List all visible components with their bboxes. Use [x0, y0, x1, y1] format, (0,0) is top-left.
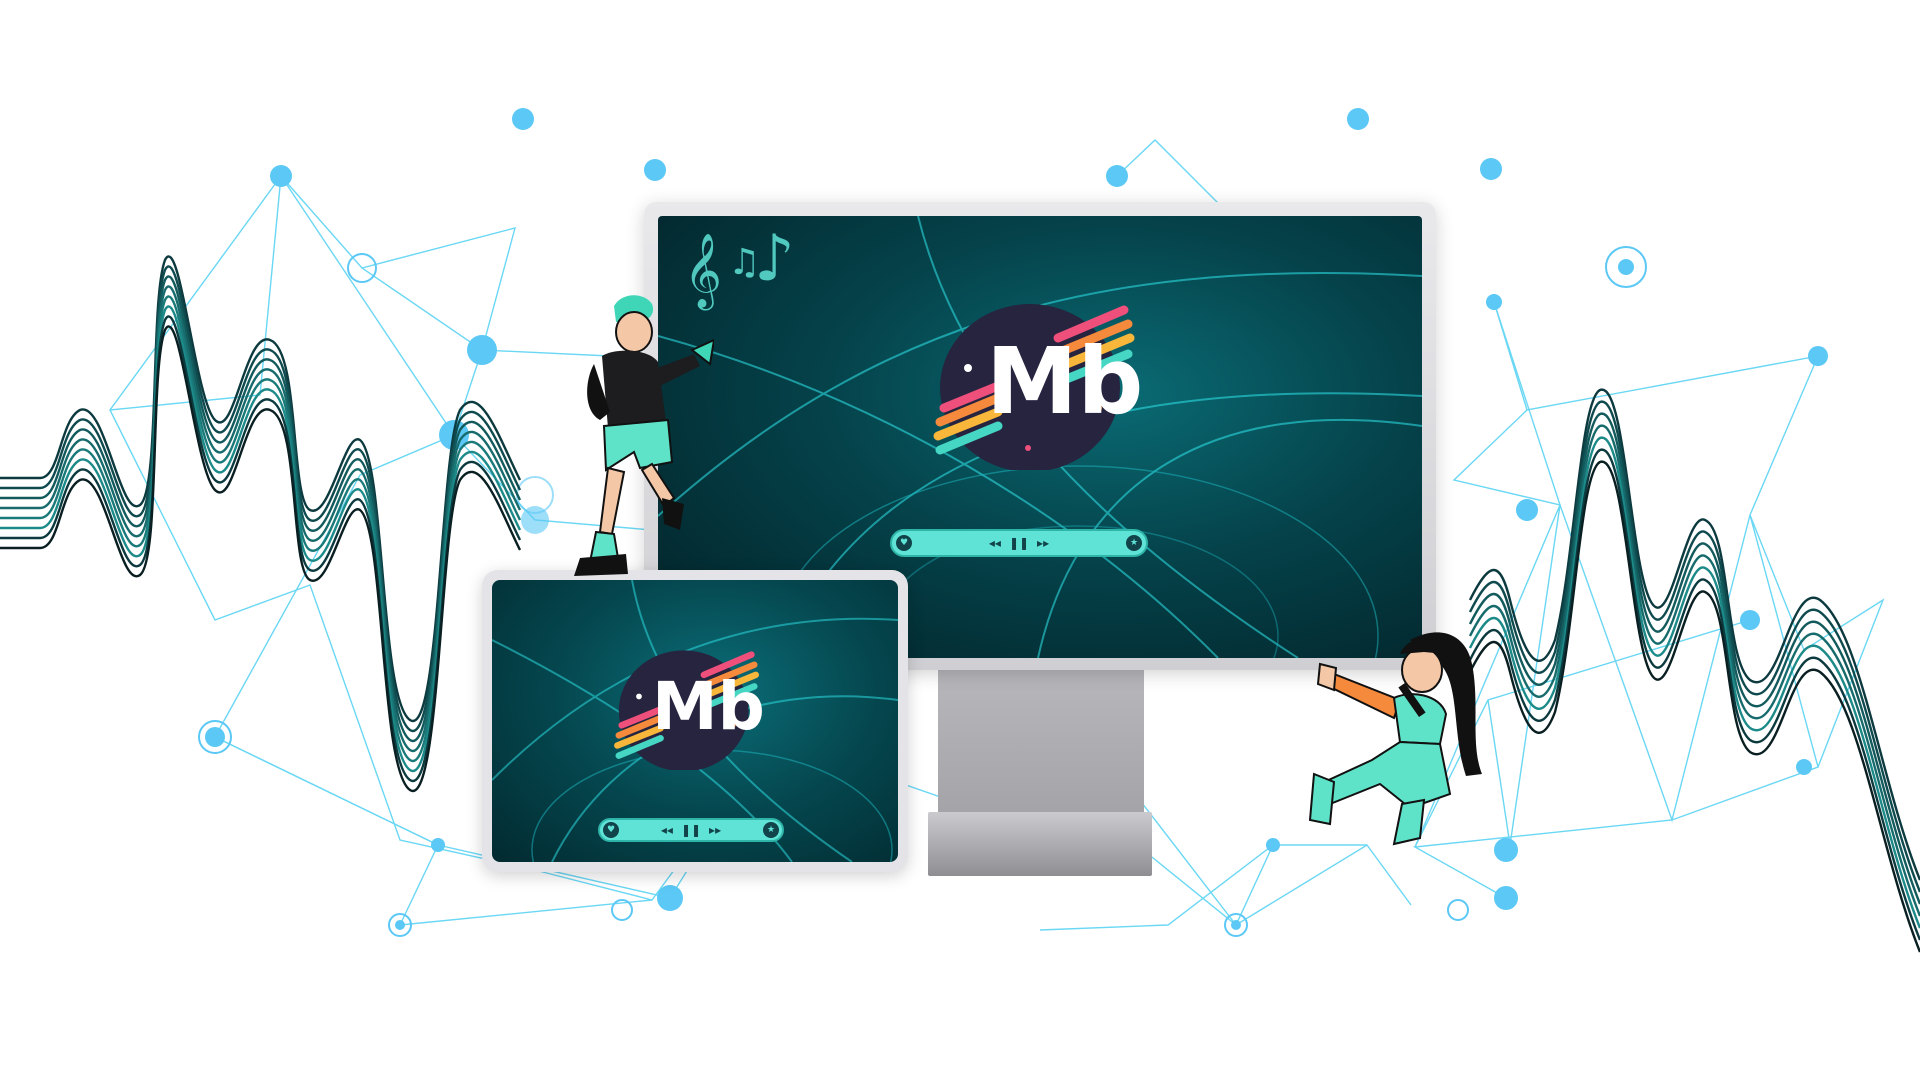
- pause-button-small[interactable]: ❚❚: [681, 823, 701, 837]
- next-button[interactable]: ▸▸: [1037, 536, 1049, 550]
- app-logo: Mb: [928, 298, 1144, 472]
- next-button-small[interactable]: ▸▸: [709, 823, 721, 837]
- media-player-bar: ♥ ◂◂ ❚❚ ▸▸ ★: [890, 529, 1148, 557]
- playback-controls-small: ◂◂ ❚❚ ▸▸: [661, 823, 721, 837]
- ipad-frame: Mb ♥ ◂◂ ❚❚ ▸▸ ★: [482, 570, 908, 872]
- playback-controls: ◂◂ ❚❚ ▸▸: [989, 536, 1049, 550]
- imac-stand: [938, 668, 1144, 816]
- logo-letters-small: Mb: [652, 668, 765, 745]
- media-player-bar-small: ♥ ◂◂ ❚❚ ▸▸ ★: [598, 818, 784, 842]
- man-with-trumpet-illustration: [574, 295, 714, 576]
- star-icon[interactable]: ★: [1125, 535, 1142, 551]
- hero-illustration: 𝄞 ♫ ♪ Mb ♥ ◂◂ ❚❚ ▸▸ ★ Mb ♥ ◂◂ ❚❚ ▸▸ ★: [0, 0, 1920, 1080]
- heart-icon[interactable]: ♥: [896, 535, 912, 551]
- pause-button[interactable]: ❚❚: [1009, 536, 1029, 550]
- sound-wave-right: [1468, 388, 1920, 953]
- previous-button-small[interactable]: ◂◂: [661, 823, 673, 837]
- app-logo-small: Mb: [610, 646, 766, 772]
- sound-wave-left: [0, 255, 522, 792]
- ipad-screen: Mb ♥ ◂◂ ❚❚ ▸▸ ★: [492, 580, 898, 862]
- music-note-icon: ♪: [754, 222, 795, 296]
- logo-letters: Mb: [986, 328, 1144, 435]
- imac-stand-foot: [928, 812, 1152, 876]
- previous-button[interactable]: ◂◂: [989, 536, 1001, 550]
- heart-icon-small[interactable]: ♥: [603, 822, 619, 838]
- woman-singing-illustration: [1308, 632, 1482, 846]
- star-icon-small[interactable]: ★: [762, 822, 779, 838]
